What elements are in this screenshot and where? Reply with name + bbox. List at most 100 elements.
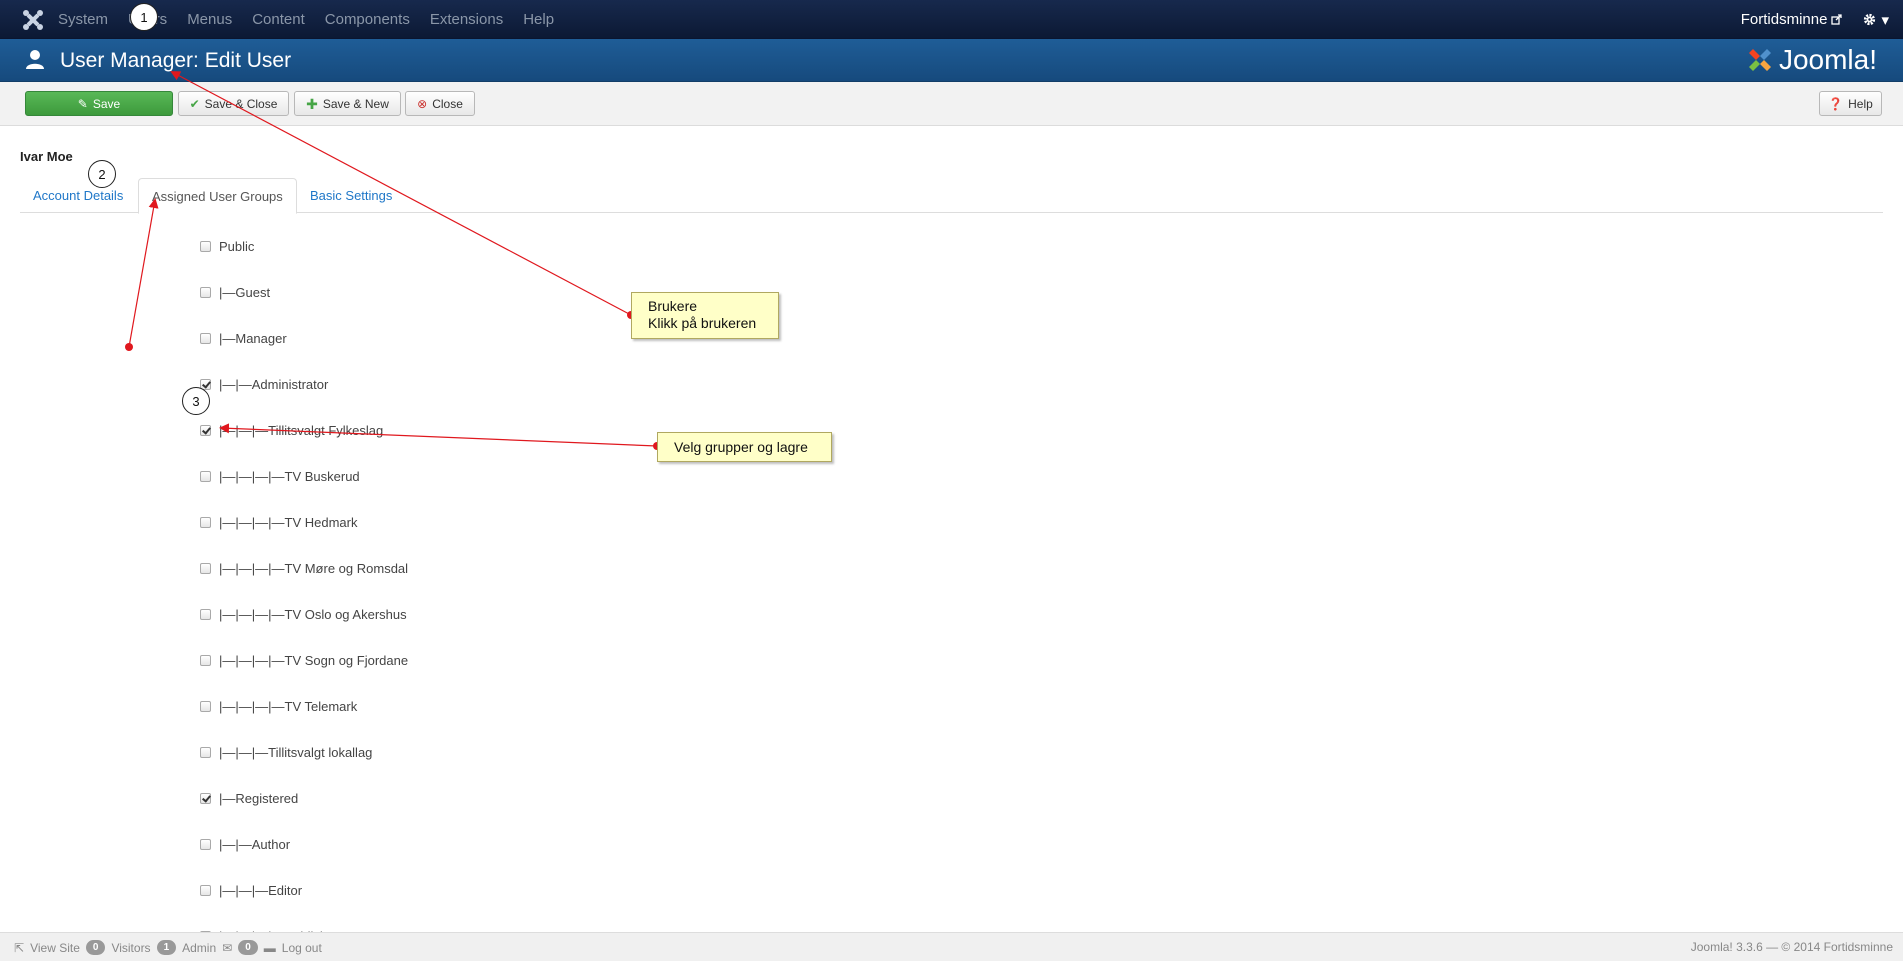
site-name: Fortidsminne bbox=[1740, 11, 1828, 28]
group-checkbox[interactable] bbox=[200, 746, 211, 758]
tab-assigned-user-groups[interactable]: Assigned User Groups bbox=[138, 178, 297, 214]
navbar-right: Fortidsminne ▾ bbox=[1741, 0, 1889, 39]
group-row[interactable]: |—Guest bbox=[200, 282, 270, 302]
group-row[interactable]: |—|—|—|—TV Møre og Romsdal bbox=[200, 558, 408, 578]
messages-badge[interactable]: 0 bbox=[238, 940, 258, 955]
group-checkbox[interactable] bbox=[200, 424, 211, 436]
chevron-down-icon: ▾ bbox=[1881, 11, 1889, 29]
visitors-badge: 0 bbox=[85, 940, 106, 955]
group-label: |—Manager bbox=[219, 330, 287, 346]
group-row[interactable]: |—|—|—|—TV Hedmark bbox=[200, 512, 357, 532]
group-checkbox[interactable] bbox=[200, 884, 211, 896]
user-icon bbox=[26, 50, 44, 69]
view-site-link[interactable]: View Site bbox=[30, 941, 80, 955]
toolbar: ✎ Save ✔ Save & Close ✚ Save & New ⊗ Clo… bbox=[0, 82, 1903, 126]
top-navbar: System Users Menus Content Components Ex… bbox=[0, 0, 1903, 39]
group-row[interactable]: |—|—|—|—TV Oslo og Akershus bbox=[200, 604, 407, 624]
close-button[interactable]: ⊗ Close bbox=[405, 91, 475, 116]
menu-menus[interactable]: Menus bbox=[177, 0, 242, 39]
menu-content[interactable]: Content bbox=[242, 0, 315, 39]
callout-users-line2: Klikk på brukeren bbox=[648, 315, 757, 331]
group-row[interactable]: |—Registered bbox=[200, 788, 298, 808]
tab-basic-settings[interactable]: Basic Settings bbox=[297, 178, 405, 213]
group-checkbox[interactable] bbox=[200, 240, 211, 252]
group-label: |—|—Author bbox=[219, 836, 291, 852]
step-number-2: 2 bbox=[88, 160, 116, 188]
save-new-label: Save & New bbox=[322, 96, 389, 111]
group-row[interactable]: |—|—|—Tillitsvalgt Fylkeslag bbox=[200, 420, 383, 440]
callout-users-line1: Brukere bbox=[648, 298, 698, 314]
group-row[interactable]: |—|—|—|—TV Buskerud bbox=[200, 466, 360, 486]
group-checkbox[interactable] bbox=[200, 470, 211, 482]
group-label: |—|—|—Tillitsvalgt lokallag bbox=[219, 744, 373, 760]
save-label: Save bbox=[92, 96, 121, 111]
menu-help[interactable]: Help bbox=[513, 0, 564, 39]
group-row[interactable]: |—|—|—Tillitsvalgt lokallag bbox=[200, 742, 372, 762]
group-label: |—|—|—|—TV Sogn og Fjordane bbox=[219, 652, 409, 668]
admin-label: Admin bbox=[182, 940, 217, 955]
group-checkbox[interactable] bbox=[200, 654, 211, 666]
arrow-2-dot bbox=[125, 343, 133, 351]
tab-account-details[interactable]: Account Details bbox=[20, 178, 136, 213]
help-button[interactable]: ❓ Help bbox=[1819, 91, 1882, 116]
group-label: |—|—|—|—TV Oslo og Akershus bbox=[219, 606, 407, 622]
group-label: |—|—|—|—TV Telemark bbox=[219, 698, 358, 714]
gear-icon bbox=[1864, 13, 1876, 26]
group-checkbox[interactable] bbox=[200, 332, 211, 344]
callout-groups-text: Velg grupper og lagre bbox=[674, 439, 808, 455]
step-number-3: 3 bbox=[182, 387, 210, 415]
site-link[interactable]: Fortidsminne bbox=[1741, 11, 1843, 28]
group-label: |—|—Administrator bbox=[219, 376, 329, 392]
footer-left: ⇱ View Site 0 Visitors 1 Admin ✉ 0 ▬ Log… bbox=[14, 933, 322, 961]
edit-icon: ✎ bbox=[77, 96, 88, 111]
group-label: |—|—|—|—TV Buskerud bbox=[219, 468, 360, 484]
menu-system[interactable]: System bbox=[48, 0, 118, 39]
view-site-icon: ⇱ bbox=[14, 940, 25, 955]
page: System Users Menus Content Components Ex… bbox=[0, 0, 1903, 961]
group-label: Public bbox=[219, 238, 255, 254]
save-close-label: Save & Close bbox=[204, 96, 278, 111]
settings-dropdown[interactable]: ▾ bbox=[1862, 11, 1889, 29]
group-label: |—|—|—|—TV Hedmark bbox=[219, 514, 358, 530]
menu-extensions[interactable]: Extensions bbox=[420, 0, 513, 39]
visitors-label: Visitors bbox=[111, 940, 151, 955]
page-header: User Manager: Edit User Joomla! bbox=[0, 39, 1903, 82]
group-row[interactable]: |—|—|—|—TV Telemark bbox=[200, 696, 357, 716]
admin-badge: 1 bbox=[156, 940, 177, 955]
joomla-logo-icon[interactable] bbox=[22, 9, 44, 31]
question-icon: ❓ bbox=[1828, 96, 1844, 111]
minus-icon: ▬ bbox=[263, 940, 276, 955]
cancel-circle-icon: ⊗ bbox=[417, 96, 428, 111]
menu-components[interactable]: Components bbox=[315, 0, 420, 39]
group-label: |—|—|—Editor bbox=[219, 882, 303, 898]
page-title: User Manager: Edit User bbox=[60, 49, 292, 72]
group-checkbox[interactable] bbox=[200, 792, 211, 804]
group-row[interactable]: |—|—|—Editor bbox=[200, 880, 302, 900]
main-menu: System Users Menus Content Components Ex… bbox=[48, 0, 564, 39]
group-row[interactable]: Public bbox=[200, 236, 254, 256]
group-row[interactable]: |—|—|—|—TV Sogn og Fjordane bbox=[200, 650, 408, 670]
group-checkbox[interactable] bbox=[200, 516, 211, 528]
group-label: |—|—|—Tillitsvalgt Fylkeslag bbox=[219, 422, 384, 438]
group-row[interactable]: |—|—Administrator bbox=[200, 374, 328, 394]
step-number-1: 1 bbox=[130, 3, 158, 31]
plus-icon: ✚ bbox=[306, 95, 318, 112]
group-row[interactable]: |—|—Author bbox=[200, 834, 290, 854]
group-checkbox[interactable] bbox=[200, 608, 211, 620]
group-checkbox[interactable] bbox=[200, 286, 211, 298]
arrow-2 bbox=[128, 198, 159, 348]
joomla-brand: Joomla! bbox=[1745, 43, 1877, 77]
logout-link[interactable]: Log out bbox=[282, 941, 322, 955]
user-name-heading: Ivar Moe bbox=[20, 149, 73, 164]
check-icon: ✔ bbox=[189, 96, 200, 111]
group-checkbox[interactable] bbox=[200, 700, 211, 712]
group-row[interactable]: |—Manager bbox=[200, 328, 287, 348]
save-new-button[interactable]: ✚ Save & New bbox=[294, 91, 401, 116]
group-checkbox[interactable] bbox=[200, 562, 211, 574]
envelope-icon: ✉ bbox=[222, 940, 233, 955]
external-link-icon bbox=[1831, 14, 1843, 25]
save-button[interactable]: ✎ Save bbox=[25, 91, 173, 116]
group-checkbox[interactable] bbox=[200, 838, 211, 850]
group-label: |—Guest bbox=[219, 284, 271, 300]
save-close-button[interactable]: ✔ Save & Close bbox=[178, 91, 289, 116]
